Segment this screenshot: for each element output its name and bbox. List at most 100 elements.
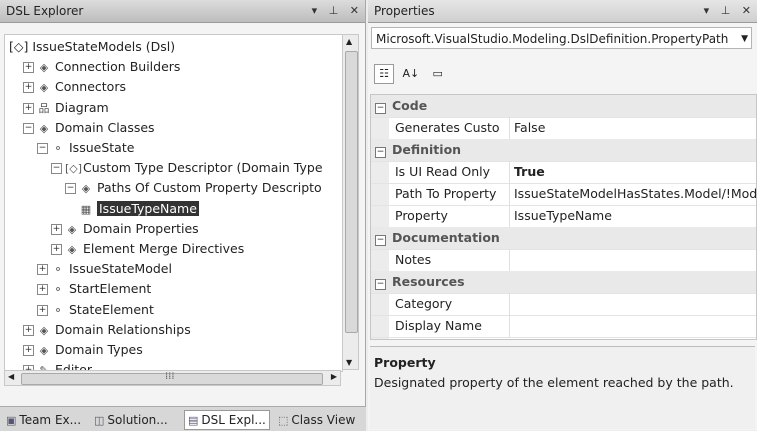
property-value[interactable]: False xyxy=(509,117,756,139)
property-row[interactable]: Path To Property IssueStateModelHasStates… xyxy=(371,183,756,206)
dsl-explorer-icon: ▤ xyxy=(188,414,199,427)
property-value[interactable]: True xyxy=(509,161,756,183)
tab-team-explorer[interactable]: ▣ Team Ex... xyxy=(2,410,85,430)
tree-node-label: Custom Type Descriptor (Domain Type xyxy=(83,160,323,176)
tree-node[interactable]: + 品 Diagram xyxy=(23,98,109,118)
properties-panel: Properties ▾ ⊥ ✕ Microsoft.VisualStudio.… xyxy=(368,0,757,430)
close-icon[interactable]: ✕ xyxy=(742,4,751,17)
dsl-explorer-panel: DSL Explorer ▾ ⊥ ✕ [◇] IssueStateModels … xyxy=(0,0,366,431)
scroll-up-icon[interactable]: ▲ xyxy=(346,37,352,46)
property-category[interactable]: − Resources xyxy=(371,271,756,294)
tree-node[interactable]: + ◈ Domain Types xyxy=(23,340,143,360)
property-row[interactable]: Is UI Read Only True xyxy=(371,161,756,184)
tab-solution-explorer[interactable]: ◫ Solution... xyxy=(90,410,172,430)
tab-label: DSL Expl... xyxy=(201,413,266,427)
expand-icon[interactable]: + xyxy=(37,284,48,296)
expand-icon[interactable]: + xyxy=(23,345,34,356)
collapse-icon[interactable]: − xyxy=(65,183,76,195)
property-category[interactable]: − Documentation xyxy=(371,227,756,250)
tree-vertical-scrollbar[interactable]: ▲ ▼ xyxy=(342,34,359,370)
tree-node[interactable]: + ◈ Connection Builders xyxy=(23,57,180,77)
tab-label: Solution... xyxy=(107,413,168,427)
expand-icon[interactable]: + xyxy=(23,324,34,336)
tree-node-label: Domain Properties xyxy=(83,220,199,236)
collapse-icon[interactable]: − xyxy=(23,122,34,134)
description-text: Designated property of the element reach… xyxy=(374,375,734,390)
tree-node[interactable]: − ◈ Paths Of Custom Property Descripto xyxy=(65,178,322,198)
collapse-icon[interactable]: − xyxy=(37,143,48,154)
tree-node[interactable]: + ◈ Element Merge Directives xyxy=(51,239,244,259)
expand-icon[interactable]: + xyxy=(23,82,34,94)
property-name: Path To Property xyxy=(395,186,497,201)
expand-icon[interactable]: + xyxy=(51,223,62,235)
scroll-down-icon[interactable]: ▼ xyxy=(346,358,352,367)
tree-node[interactable]: + ◈ Domain Relationships xyxy=(23,320,191,340)
collapse-icon[interactable]: − xyxy=(375,147,386,158)
property-value[interactable] xyxy=(509,315,756,337)
tab-dsl-explorer[interactable]: ▤ DSL Expl... xyxy=(184,410,270,430)
expand-icon[interactable]: + xyxy=(37,304,48,316)
tree-node[interactable]: − ◈ Domain Classes xyxy=(23,118,155,138)
property-row[interactable]: Notes xyxy=(371,249,756,272)
property-value[interactable]: IssueStateModelHasStates.Model/!Model xyxy=(509,183,756,205)
solution-explorer-icon: ◫ xyxy=(94,414,105,427)
expand-icon[interactable]: + xyxy=(23,102,34,114)
property-pages-icon[interactable]: ▭ xyxy=(428,64,448,84)
expand-icon[interactable]: + xyxy=(37,264,48,276)
tree-node[interactable]: ▦ IssueTypeName xyxy=(79,199,199,219)
domain-class-icon: ◈ xyxy=(67,243,77,256)
domain-class-icon: ◈ xyxy=(81,182,91,196)
tree-node[interactable]: [◇] IssueStateModels (Dsl) xyxy=(9,37,175,57)
domain-class-icon: ◈ xyxy=(39,81,49,95)
property-name: Property xyxy=(395,208,448,223)
property-row[interactable]: Display Name xyxy=(371,315,756,338)
dropdown-icon[interactable]: ▾ xyxy=(312,4,318,17)
tree-node[interactable]: + ◈ Domain Properties xyxy=(51,219,199,239)
scroll-thumb[interactable] xyxy=(345,51,358,333)
category-label: Documentation xyxy=(392,230,500,245)
properties-titlebar: Properties ▾ ⊥ ✕ xyxy=(368,0,757,23)
category-label: Resources xyxy=(392,274,465,289)
tree-node-label: Element Merge Directives xyxy=(83,241,245,256)
tab-class-view[interactable]: ⬚ Class View xyxy=(274,410,359,430)
alphabetical-sort-icon[interactable]: A↓ xyxy=(401,64,421,84)
property-category[interactable]: − Definition xyxy=(371,139,756,162)
tree-node[interactable]: − [◇]Custom Type Descriptor (Domain Type xyxy=(51,158,323,178)
tab-label: Team Ex... xyxy=(19,413,82,427)
pin-icon[interactable]: ⊥ xyxy=(329,4,339,17)
property-category[interactable]: − Code xyxy=(371,95,756,118)
property-value[interactable]: IssueTypeName xyxy=(509,205,756,227)
dsl-tree[interactable]: [◇] IssueStateModels (Dsl) + ◈ Connection B… xyxy=(4,34,343,372)
tree-node[interactable]: + ◈ Connectors xyxy=(23,77,126,97)
property-value[interactable] xyxy=(509,293,756,315)
expand-icon[interactable]: + xyxy=(51,244,62,255)
tree-node-label: Domain Classes xyxy=(55,119,155,135)
scroll-right-icon[interactable]: ▶ xyxy=(331,372,337,381)
tree-node[interactable]: + ⚬ StateElement xyxy=(37,300,154,320)
expand-icon[interactable]: + xyxy=(23,62,34,74)
scroll-left-icon[interactable]: ◀ xyxy=(8,372,14,381)
panel-title: Properties xyxy=(374,4,435,18)
domain-class-icon: ◈ xyxy=(67,222,77,236)
collapse-icon[interactable]: − xyxy=(375,279,386,290)
property-row[interactable]: Category xyxy=(371,293,756,316)
close-icon[interactable]: ✕ xyxy=(350,4,359,17)
property-row[interactable]: Property IssueTypeName xyxy=(371,205,756,228)
pin-icon[interactable]: ⊥ xyxy=(721,4,731,17)
tree-node[interactable]: + ⚬ StartElement xyxy=(37,279,151,299)
tree-horizontal-scrollbar[interactable]: ◀ ⁞⁞⁞ ▶ xyxy=(4,370,341,386)
property-row[interactable]: Generates Custom False xyxy=(371,117,756,140)
tree-node[interactable]: − ⚬ IssueState xyxy=(37,138,134,158)
tree-node[interactable]: + ⚬ IssueStateModel xyxy=(37,259,172,279)
collapse-icon[interactable]: − xyxy=(375,103,386,114)
property-value[interactable] xyxy=(509,249,756,271)
dropdown-icon[interactable]: ▾ xyxy=(704,4,710,17)
categorized-icon[interactable]: ☷ xyxy=(374,64,394,84)
class-view-icon: ⬚ xyxy=(278,414,289,427)
collapse-icon[interactable]: − xyxy=(51,163,62,175)
object-selector-dropdown[interactable]: Microsoft.VisualStudio.Modeling.DslDefin… xyxy=(371,27,752,49)
chevron-down-icon[interactable]: ▼ xyxy=(741,28,748,48)
category-label: Definition xyxy=(392,142,462,157)
collapse-icon[interactable]: − xyxy=(375,235,386,246)
property-grid: −CodeGenerates CustomFalse−DefinitionIs … xyxy=(370,94,757,340)
